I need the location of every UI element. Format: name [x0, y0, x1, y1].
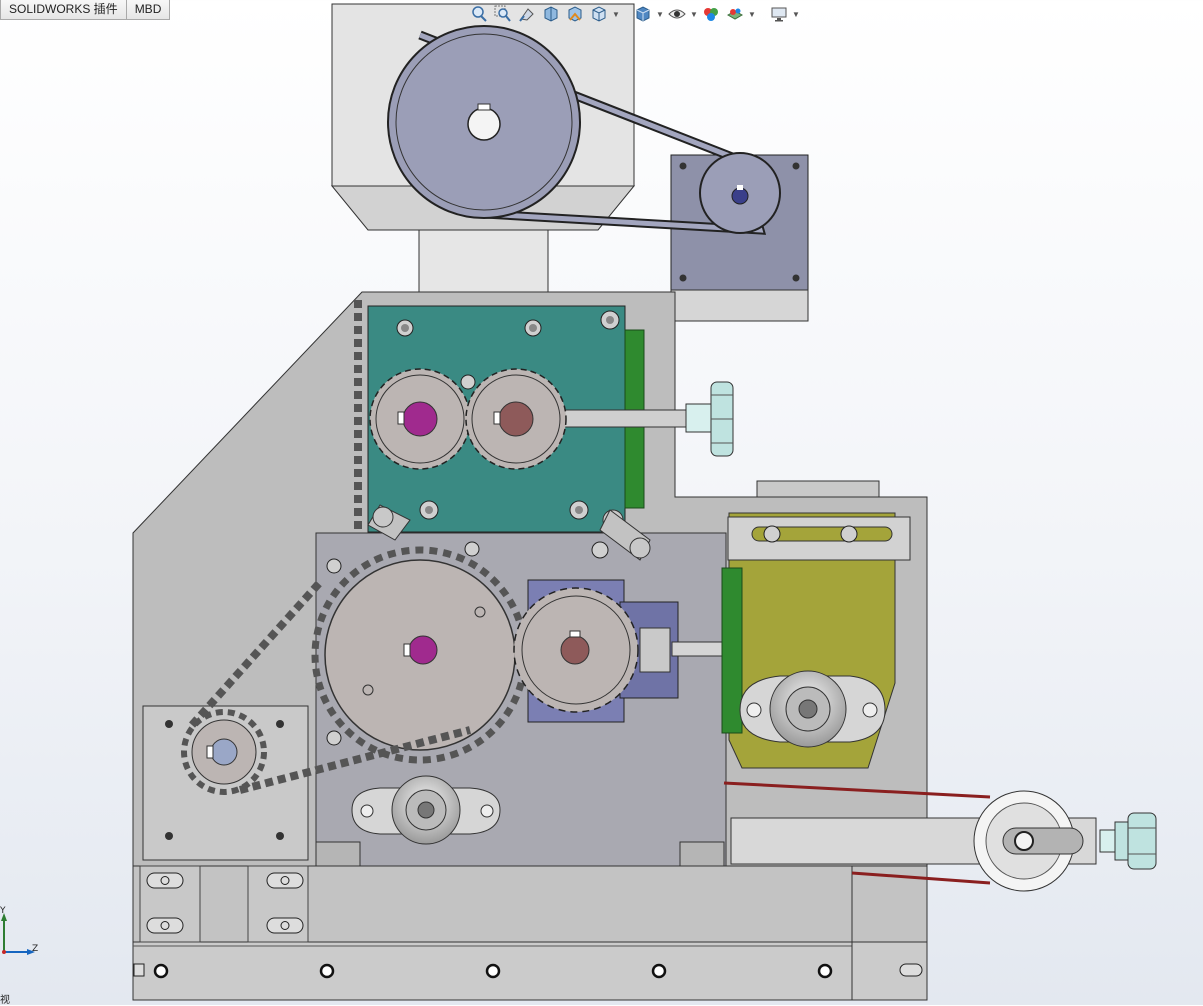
display-style-dropdown-icon[interactable]: ▼: [656, 10, 664, 19]
command-manager-tabs: SOLIDWORKS 插件 MBD: [0, 0, 171, 20]
zoom-to-fit-icon[interactable]: [468, 3, 490, 25]
pillow-block-bearing-upper: [739, 670, 886, 748]
apply-scene-icon[interactable]: [724, 3, 746, 25]
large-pulley: [387, 25, 581, 219]
motor-pulley: [699, 152, 781, 234]
upper-gear-left: [369, 368, 471, 470]
zoom-to-area-icon[interactable]: [492, 3, 514, 25]
view-settings-dropdown-icon[interactable]: ▼: [792, 10, 800, 19]
triad-z-label: Z: [32, 944, 39, 954]
middle-gear: [513, 587, 639, 713]
hide-show-items-icon[interactable]: [666, 3, 688, 25]
adjustment-knob-upper[interactable]: [685, 381, 734, 457]
edit-appearance-icon[interactable]: [700, 3, 722, 25]
view-label: 视: [0, 995, 10, 1006]
display-style-icon[interactable]: [632, 3, 654, 25]
view-orientation-dropdown-icon[interactable]: ▼: [612, 10, 620, 19]
triad-y-label: Y: [0, 906, 6, 916]
heads-up-view-toolbar: ▼ ▼ ▼ ▼ ▼: [468, 3, 800, 25]
hide-show-dropdown-icon[interactable]: ▼: [690, 10, 698, 19]
graphics-area[interactable]: [0, 0, 1203, 1005]
view-settings-icon[interactable]: [768, 3, 790, 25]
dynamic-annotation-icon[interactable]: [564, 3, 586, 25]
tab-solidworks-addins[interactable]: SOLIDWORKS 插件: [0, 0, 127, 20]
previous-view-icon[interactable]: [516, 3, 538, 25]
apply-scene-dropdown-icon[interactable]: ▼: [748, 10, 756, 19]
coordinate-triad: [1, 913, 35, 955]
tab-mbd[interactable]: MBD: [125, 0, 171, 20]
adjustment-knob-lower[interactable]: [1099, 812, 1157, 870]
section-view-icon[interactable]: [540, 3, 562, 25]
upper-gear-right: [465, 368, 567, 470]
view-orientation-icon[interactable]: [588, 3, 610, 25]
